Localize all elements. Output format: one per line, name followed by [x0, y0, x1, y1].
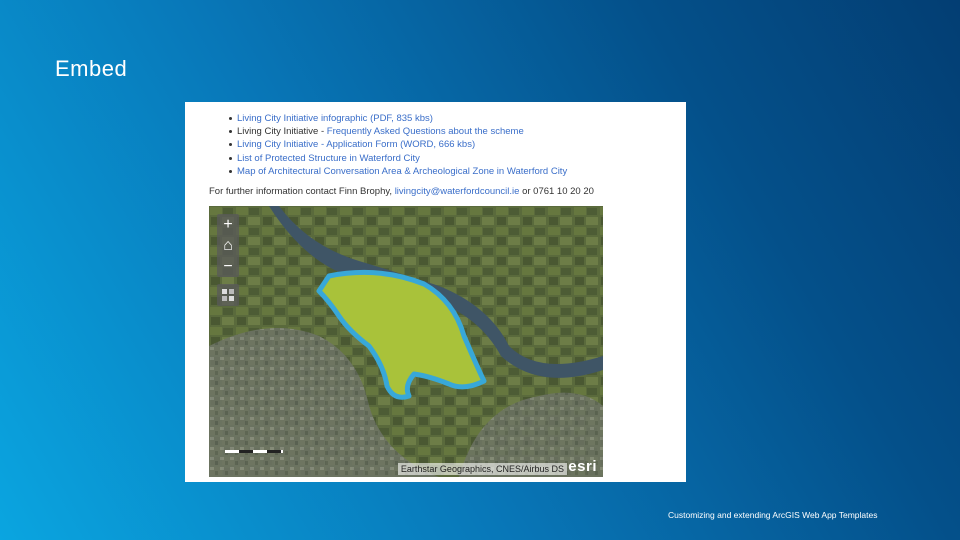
embedded-webpage: Living City Initiative infographic (PDF,…	[185, 102, 686, 482]
list-item: List of Protected Structure in Waterford…	[209, 152, 567, 165]
esri-logo[interactable]: esri	[568, 458, 597, 475]
home-button[interactable]: ⌂	[217, 235, 239, 256]
grid-icon	[222, 289, 234, 301]
basemap-toggle-button[interactable]	[217, 284, 239, 306]
list-item: Living City Initiative - Frequently Aske…	[209, 125, 567, 138]
contact-info: For further information contact Finn Bro…	[209, 186, 594, 197]
contact-suffix: or 0761 10 20 20	[519, 186, 594, 197]
document-link[interactable]: Map of Architectural Conversation Area &…	[237, 166, 567, 177]
web-map[interactable]: + ⌂ − Earthstar Geographics, CNES/Airbus…	[209, 206, 603, 477]
contact-prefix: For further information contact Finn Bro…	[209, 186, 395, 197]
document-link[interactable]: List of Protected Structure in Waterford…	[237, 153, 420, 164]
document-link[interactable]: Frequently Asked Questions about the sch…	[327, 126, 524, 137]
zoom-out-button[interactable]: −	[217, 256, 239, 277]
list-item-text: Living City Initiative -	[237, 126, 327, 138]
zoom-controls: + ⌂ −	[217, 214, 239, 277]
map-scale-bar	[225, 450, 283, 453]
zoom-in-button[interactable]: +	[217, 214, 239, 235]
map-attribution[interactable]: Earthstar Geographics, CNES/Airbus DS	[397, 463, 567, 475]
document-link-list: Living City Initiative infographic (PDF,…	[209, 112, 567, 178]
list-item: Map of Architectural Conversation Area &…	[209, 165, 567, 178]
slide-footer: Customizing and extending ArcGIS Web App…	[668, 510, 878, 520]
list-item: Living City Initiative - Application For…	[209, 138, 567, 151]
document-link[interactable]: Living City Initiative infographic (PDF,…	[237, 113, 433, 124]
list-item: Living City Initiative infographic (PDF,…	[209, 112, 567, 125]
document-link[interactable]: Living City Initiative - Application For…	[237, 139, 475, 150]
contact-email-link[interactable]: livingcity@waterfordcouncil.ie	[395, 186, 520, 197]
slide-title: Embed	[55, 56, 128, 81]
map-imagery	[209, 206, 603, 477]
